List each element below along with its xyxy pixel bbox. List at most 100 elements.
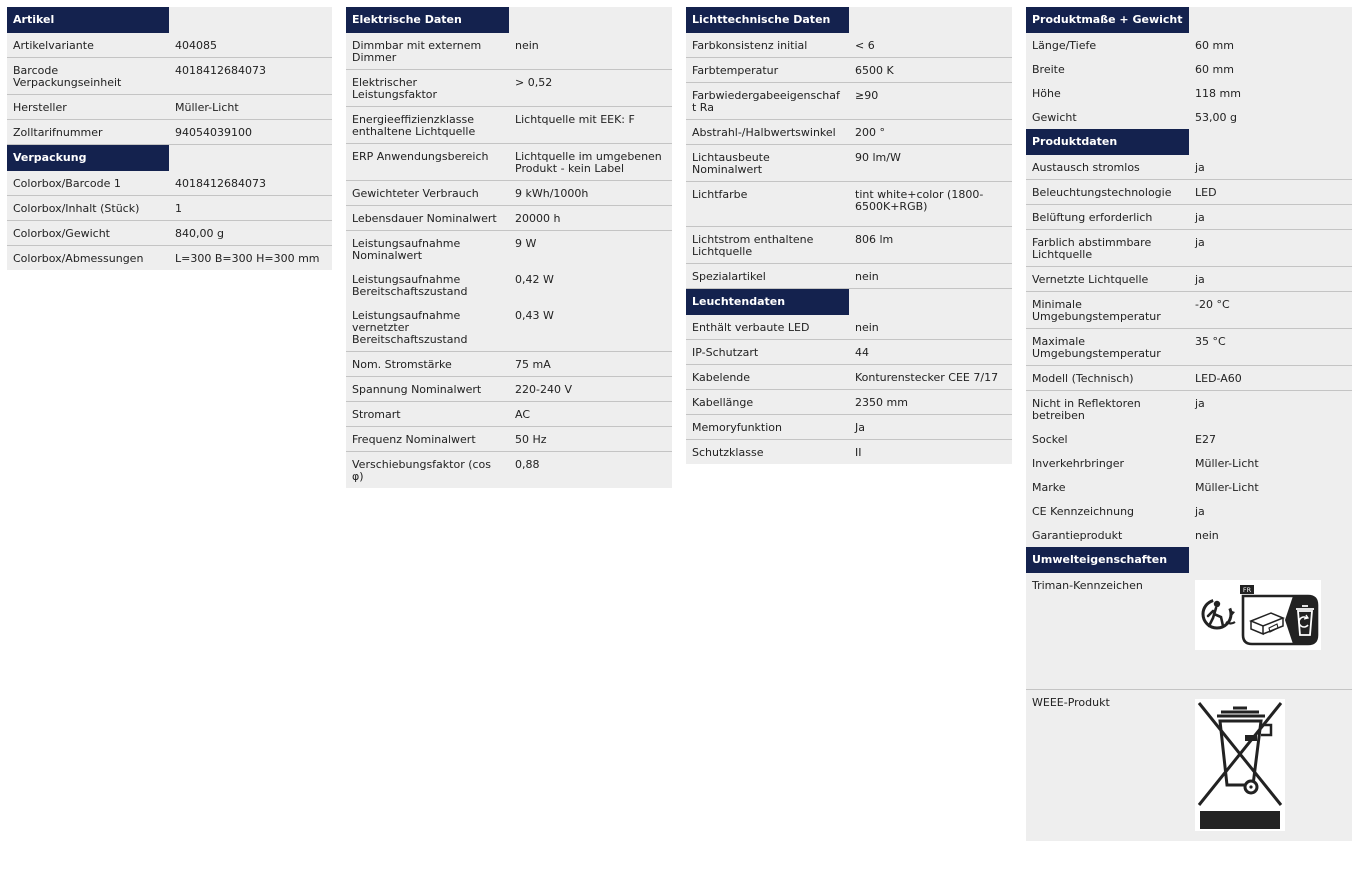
spec-row: Vernetzte Lichtquelle ja (1026, 266, 1352, 292)
spec-label: Memoryfunktion (686, 414, 849, 440)
spec-value: 1 (169, 195, 332, 221)
spec-row: Marke Müller-Licht (1026, 475, 1352, 499)
spec-label: Breite (1026, 57, 1189, 81)
spec-row: Kabellänge 2350 mm (686, 389, 1012, 415)
spec-label: Marke (1026, 475, 1189, 499)
spec-value: 94054039100 (169, 119, 332, 145)
section-title: Umwelteigenschaften (1026, 547, 1189, 573)
spec-row: Leistungsaufnahme vernetzter Bereitschaf… (346, 303, 672, 352)
spec-label: Energieeffizienzklasse enthaltene Lichtq… (346, 106, 509, 144)
spec-table-lichttechnische-daten: Lichttechnische Daten Farbkonsistenz ini… (686, 7, 1012, 464)
spec-row: Schutzklasse II (686, 439, 1012, 464)
spec-row: Kabelende Konturenstecker CEE 7/17 (686, 364, 1012, 390)
section-title: Produktdaten (1026, 129, 1189, 155)
spec-value: 6500 K (849, 57, 1012, 83)
spec-label: Barcode Verpackungseinheit (7, 57, 169, 95)
section-title: Elektrische Daten (346, 7, 509, 33)
spec-row: Sockel E27 (1026, 427, 1352, 451)
spec-row: Energieeffizienzklasse enthaltene Lichtq… (346, 106, 672, 144)
weee-crossed-bin-icon (1195, 698, 1285, 831)
spec-value: > 0,52 (509, 69, 672, 107)
spec-label: Vernetzte Lichtquelle (1026, 266, 1189, 292)
spec-label: Beleuchtungstechnologie (1026, 179, 1189, 205)
spec-label: Colorbox/Gewicht (7, 220, 169, 246)
spec-label: Triman-Kennzeichen (1026, 573, 1189, 690)
spec-row: Länge/Tiefe 60 mm (1026, 33, 1352, 57)
spec-label: Spezialartikel (686, 263, 849, 289)
spec-label: Leistungsaufnahme Bereitschaftszustand (346, 267, 509, 303)
spec-value: -20 °C (1189, 291, 1352, 329)
spec-value: 9 kWh/1000h (509, 180, 672, 206)
spec-value: AC (509, 401, 672, 427)
spec-row: Stromart AC (346, 401, 672, 427)
spec-row: Colorbox/Inhalt (Stück) 1 (7, 195, 332, 221)
section-header-produktdaten: Produktdaten (1026, 129, 1352, 155)
spec-value: Lichtquelle im umgebenen Produkt - kein … (509, 143, 672, 181)
spec-row: Hersteller Müller-Licht (7, 94, 332, 120)
spec-row: Lichtstrom enthaltene Lichtquelle 806 lm (686, 226, 1012, 264)
spec-label: Gewicht (1026, 105, 1189, 129)
spec-row: Lichtfarbe tint white+color (1800-6500K+R… (686, 181, 1012, 227)
spec-value: 806 lm (849, 226, 1012, 264)
spec-label: Lichtstrom enthaltene Lichtquelle (686, 226, 849, 264)
spec-value: II (849, 439, 1012, 464)
spec-row: ERP Anwendungsbereich Lichtquelle im umge… (346, 143, 672, 181)
section-header-lichttechnische-daten: Lichttechnische Daten (686, 7, 1012, 33)
spec-row: Colorbox/Barcode 1 4018412684073 (7, 171, 332, 196)
spec-row: WEEE-Produkt (1026, 689, 1352, 841)
spec-row: Leistungsaufnahme Bereitschaftszustand 0,… (346, 267, 672, 303)
spec-value: tint white+color (1800-6500K+RGB) (849, 181, 1012, 227)
section-header-umwelteigenschaften: Umwelteigenschaften (1026, 547, 1352, 573)
spec-label: Stromart (346, 401, 509, 427)
spec-row: Gewicht 53,00 g (1026, 105, 1352, 129)
spec-label: Lebensdauer Nominalwert (346, 205, 509, 231)
spec-value: 60 mm (1189, 33, 1352, 57)
column-artikel: Artikel Artikelvariante 404085 Barcode Ve… (7, 7, 332, 270)
section-header-artikel: Artikel (7, 7, 332, 33)
spec-label: Garantieprodukt (1026, 523, 1189, 547)
section-header-elektrische-daten: Elektrische Daten (346, 7, 672, 33)
spec-label: Gewichteter Verbrauch (346, 180, 509, 206)
spec-label: Leistungsaufnahme Nominalwert (346, 230, 509, 267)
section-title: Produktmaße + Gewicht (1026, 7, 1189, 33)
spec-row: Farbkonsistenz initial < 6 (686, 33, 1012, 58)
spec-label: Enthält verbaute LED (686, 315, 849, 340)
spec-value: 44 (849, 339, 1012, 365)
section-header-produktmasse-gewicht: Produktmaße + Gewicht (1026, 7, 1352, 33)
spec-row: Memoryfunktion Ja (686, 414, 1012, 440)
spec-row: Garantieprodukt nein (1026, 523, 1352, 547)
section-title: Leuchtendaten (686, 289, 849, 315)
spec-label: Spannung Nominalwert (346, 376, 509, 402)
spec-row: Spannung Nominalwert 220-240 V (346, 376, 672, 402)
spec-row: Farbwiedergabeeigenschaft Ra ≥90 (686, 82, 1012, 120)
spec-row: CE Kennzeichnung ja (1026, 499, 1352, 523)
spec-value: 0,42 W (509, 267, 672, 303)
spec-label: Höhe (1026, 81, 1189, 105)
spec-row: Leistungsaufnahme Nominalwert 9 W (346, 230, 672, 267)
spec-row: Modell (Technisch) LED-A60 (1026, 365, 1352, 391)
spec-row: Inverkehrbringer Müller-Licht (1026, 451, 1352, 475)
spec-label: Länge/Tiefe (1026, 33, 1189, 57)
spec-value: 200 ° (849, 119, 1012, 145)
spec-row: Austausch stromlos ja (1026, 155, 1352, 180)
section-header-leuchtendaten: Leuchtendaten (686, 288, 1012, 315)
spec-value: nein (509, 33, 672, 70)
spec-row: Elektrischer Leistungsfaktor > 0,52 (346, 69, 672, 107)
spec-row: Enthält verbaute LED nein (686, 315, 1012, 340)
spec-value: Konturenstecker CEE 7/17 (849, 364, 1012, 390)
spec-table-elektrische-daten: Elektrische Daten Dimmbar mit externem D… (346, 7, 672, 488)
spec-row: Colorbox/Abmessungen L=300 B=300 H=300 mm (7, 245, 332, 270)
spec-label: Farblich abstimmbare Lichtquelle (1026, 229, 1189, 267)
spec-label: Colorbox/Inhalt (Stück) (7, 195, 169, 221)
spec-label: Dimmbar mit externem Dimmer (346, 33, 509, 70)
spec-row: Barcode Verpackungseinheit 4018412684073 (7, 57, 332, 95)
spec-label: ERP Anwendungsbereich (346, 143, 509, 181)
spec-value: ja (1189, 499, 1352, 523)
spec-row: Artikelvariante 404085 (7, 33, 332, 58)
spec-label: Nicht in Reflektoren betreiben (1026, 390, 1189, 427)
spec-value: Müller-Licht (1189, 451, 1352, 475)
spec-value: Müller-Licht (169, 94, 332, 120)
spec-value: 50 Hz (509, 426, 672, 452)
spec-value: ja (1189, 266, 1352, 292)
spec-row: Breite 60 mm (1026, 57, 1352, 81)
